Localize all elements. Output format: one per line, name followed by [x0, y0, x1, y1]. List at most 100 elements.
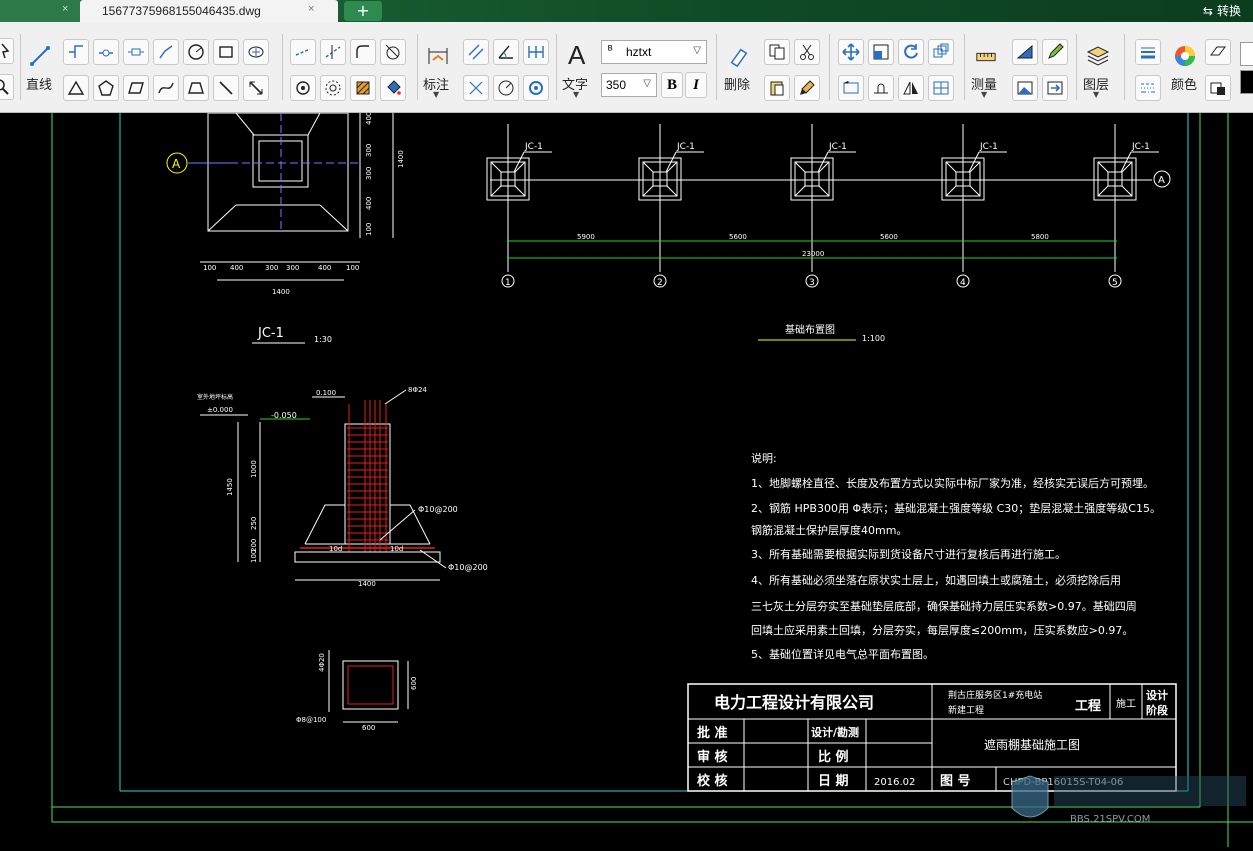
extend-button[interactable] [320, 39, 346, 65]
offset-button[interactable] [320, 75, 346, 101]
circle-button[interactable] [183, 39, 209, 65]
scale-label: 比 例 [818, 749, 849, 765]
measure-tool-button[interactable]: 测量 ▼ [968, 40, 1004, 102]
select-tool-button[interactable] [0, 38, 14, 64]
bold-button[interactable]: B [661, 72, 683, 98]
tab-previous[interactable]: × [0, 0, 80, 22]
export-button[interactable] [1042, 75, 1068, 101]
dim-settings-button[interactable] [523, 75, 549, 101]
array-button[interactable] [928, 39, 954, 65]
layer-isolate-button[interactable] [1205, 75, 1231, 101]
layer-prop-button[interactable] [1205, 39, 1231, 65]
polyline-button[interactable] [63, 39, 89, 65]
color-wheel-icon [1175, 46, 1195, 66]
drawing-canvas[interactable]: A 400 300 300 400 100 1400 100 400 300 3… [0, 112, 1253, 847]
ray-button[interactable] [213, 75, 239, 101]
delete-label: 删除 [724, 78, 751, 93]
chamfer-icon [385, 44, 400, 60]
text-tool-button[interactable]: A 文字 ▼ [560, 40, 596, 102]
insert-block-button[interactable] [243, 39, 269, 65]
chevron-down-icon: ▼ [573, 90, 580, 99]
aligned-dim-button[interactable] [463, 39, 489, 65]
trapezoid-button[interactable] [183, 75, 209, 101]
axis-number: 3 [809, 278, 815, 288]
angular-dim-button[interactable] [493, 39, 519, 65]
tab-active-drawing[interactable]: 15677375968155046435.dwg × [80, 0, 338, 22]
color-tool-button[interactable]: 颜色 [1168, 40, 1204, 102]
copy-button[interactable] [764, 39, 790, 65]
ordinate-dim-button[interactable] [463, 75, 489, 101]
jc1-dim-total: 1400 [272, 288, 290, 296]
break-button[interactable] [868, 75, 894, 101]
line-tool-button[interactable]: 直线 [24, 40, 56, 100]
line-icon [30, 46, 50, 66]
curve-icon [158, 82, 174, 94]
cut-button[interactable] [794, 39, 820, 65]
hatch-button[interactable] [350, 75, 376, 101]
image-icon [1017, 81, 1033, 95]
delete-tool-button[interactable]: 删除 [722, 40, 758, 102]
xline-button[interactable] [243, 75, 269, 101]
image-button[interactable] [1012, 75, 1038, 101]
chevron-down-icon: ▼ [1093, 90, 1100, 99]
chamfer-button[interactable] [380, 39, 406, 65]
zoom-button[interactable] [0, 74, 14, 100]
pencil-button[interactable] [1042, 39, 1068, 65]
explode-button[interactable] [928, 75, 954, 101]
close-icon[interactable]: × [62, 3, 68, 15]
new-tab-button[interactable]: + [344, 1, 382, 21]
multiline-button[interactable] [123, 39, 149, 65]
mirror-button[interactable] [898, 75, 924, 101]
company-name: 电力工程设计有限公司 [714, 693, 874, 712]
stretch-button[interactable] [838, 75, 864, 101]
convert-icon: ⇆ [1202, 4, 1213, 18]
fill-button[interactable] [380, 75, 406, 101]
radius-dim-button[interactable] [493, 75, 519, 101]
convert-button[interactable]: ⇆ 转换 [1203, 2, 1241, 19]
rotate-object-button[interactable] [898, 39, 924, 65]
paste-icon [770, 81, 784, 96]
section-dim: 100 [250, 550, 258, 563]
dimension-tool-button[interactable]: 标注 ▼ [420, 40, 456, 102]
review-label: 审 核 [697, 749, 728, 765]
background-color-swatch[interactable] [1240, 70, 1253, 94]
stirrup-top: Φ10@200 [418, 505, 458, 514]
parallelogram-button[interactable] [123, 75, 149, 101]
triangle-button[interactable] [63, 75, 89, 101]
continuous-dim-button[interactable] [523, 39, 549, 65]
rectangle-button[interactable] [213, 39, 239, 65]
area-measure-button[interactable] [1012, 39, 1038, 65]
current-color-swatch[interactable] [1240, 42, 1253, 66]
lineweight-button[interactable] [1135, 39, 1161, 65]
linetype-button[interactable] [1135, 75, 1161, 101]
paste-button[interactable] [764, 75, 790, 101]
chevron-down-icon: ▼ [981, 90, 988, 99]
polygon-button[interactable] [93, 75, 119, 101]
curve-button[interactable] [153, 75, 179, 101]
jc1-title: JC-1 [257, 326, 284, 341]
italic-button[interactable]: I [685, 72, 707, 98]
layer-tool-button[interactable]: 图层 ▼ [1080, 40, 1116, 102]
arc-button[interactable] [153, 39, 179, 65]
spline-button[interactable] [93, 39, 119, 65]
multiline-icon [128, 48, 144, 56]
parallelogram-icon [128, 82, 144, 94]
axis-number: 4 [960, 278, 966, 288]
shield-icon [1011, 775, 1049, 818]
project-suffix: 工程 [1075, 699, 1101, 714]
scale-button[interactable] [868, 39, 894, 65]
stage-design: 设计 [1146, 688, 1168, 702]
text-size-select[interactable]: 350 ▽ [601, 73, 657, 97]
radius-icon [498, 80, 514, 96]
font-select[interactable]: ᴮ hztxt ▽ [601, 40, 707, 64]
fillet-button[interactable] [350, 39, 376, 65]
rotate-button[interactable] [290, 75, 316, 101]
trim-button[interactable] [290, 39, 316, 65]
chevron-down-icon: ▼ [433, 90, 440, 99]
move-button[interactable] [838, 39, 864, 65]
close-icon[interactable]: × [308, 3, 314, 15]
layer-state-icon [1210, 46, 1226, 56]
match-properties-button[interactable] [794, 75, 820, 101]
plan-span: 5600 [880, 233, 898, 241]
jc1-plan-detail: A 400 300 300 400 100 1400 100 400 300 3… [166, 112, 405, 344]
